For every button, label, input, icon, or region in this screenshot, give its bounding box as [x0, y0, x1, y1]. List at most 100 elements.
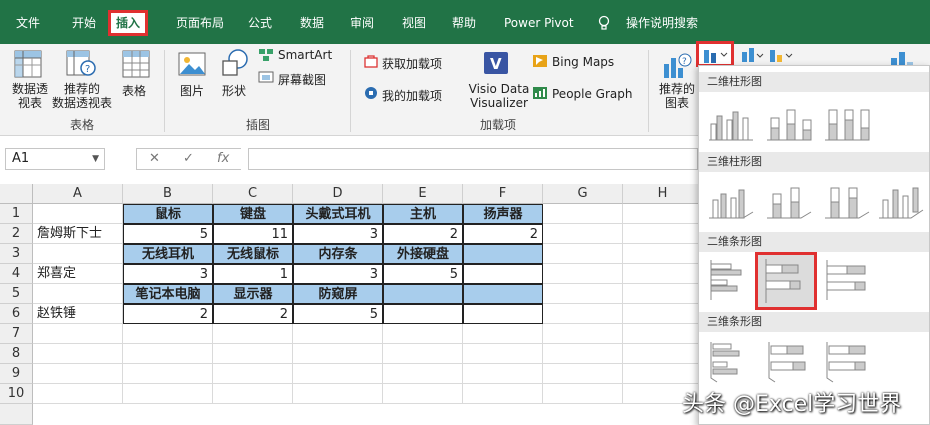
item-name-cell[interactable] [463, 284, 543, 304]
recommended-charts-button[interactable]: 推荐的 图表 [656, 82, 698, 110]
row-label-cell[interactable]: 詹姆斯下士 [33, 224, 123, 244]
recommended-pivot-button[interactable]: 推荐的 数据透视表 [50, 82, 114, 110]
empty-cell[interactable] [293, 384, 383, 404]
empty-cell[interactable] [213, 344, 293, 364]
empty-cell[interactable] [463, 344, 543, 364]
enter-icon[interactable]: ✓ [183, 151, 194, 166]
quantity-cell[interactable]: 3 [123, 264, 213, 284]
row-header[interactable]: 10 [0, 384, 33, 404]
tell-me-search[interactable]: 操作说明搜索 [622, 12, 702, 34]
tab-home[interactable]: 开始 [68, 12, 100, 34]
3d-percent-bar-option[interactable] [819, 334, 875, 386]
empty-cell[interactable] [623, 264, 703, 284]
empty-cell[interactable] [213, 324, 293, 344]
row-header[interactable]: 2 [0, 224, 33, 244]
3d-percent-column-option[interactable] [819, 174, 875, 226]
fx-icon[interactable]: fx [217, 151, 229, 166]
empty-cell[interactable] [383, 344, 463, 364]
empty-cell[interactable] [623, 284, 703, 304]
quantity-cell[interactable]: 3 [293, 264, 383, 284]
empty-cell[interactable] [33, 364, 123, 384]
visio-data-visualizer-button[interactable]: Visio Data Visualizer [468, 82, 530, 110]
row-label-cell[interactable] [33, 244, 123, 264]
row-header[interactable]: 9 [0, 364, 33, 384]
3d-column-option[interactable] [875, 174, 930, 226]
quantity-cell[interactable]: 2 [123, 304, 213, 324]
quantity-cell[interactable]: 2 [383, 224, 463, 244]
empty-cell[interactable] [463, 364, 543, 384]
column-header[interactable]: H [623, 184, 703, 204]
column-header[interactable]: C [213, 184, 293, 204]
empty-cell[interactable] [543, 264, 623, 284]
row-label-cell[interactable]: 赵铁锤 [33, 304, 123, 324]
item-name-cell[interactable]: 主机 [383, 204, 463, 224]
percent-column-option[interactable] [819, 94, 875, 146]
item-name-cell[interactable]: 键盘 [213, 204, 293, 224]
quantity-cell[interactable]: 3 [293, 224, 383, 244]
quantity-cell[interactable]: 1 [213, 264, 293, 284]
empty-cell[interactable] [123, 364, 213, 384]
quantity-cell[interactable]: 5 [123, 224, 213, 244]
empty-cell[interactable] [623, 204, 703, 224]
item-name-cell[interactable]: 扬声器 [463, 204, 543, 224]
smartart-button[interactable]: SmartArt [278, 48, 332, 62]
shapes-button[interactable]: 形状 [222, 82, 246, 99]
empty-cell[interactable] [543, 224, 623, 244]
tab-page-layout[interactable]: 页面布局 [172, 12, 228, 34]
row-header[interactable]: 4 [0, 264, 33, 284]
empty-cell[interactable] [33, 324, 123, 344]
tab-help[interactable]: 帮助 [448, 12, 480, 34]
item-name-cell[interactable]: 内存条 [293, 244, 383, 264]
quantity-cell[interactable] [463, 304, 543, 324]
item-name-cell[interactable]: 无线耳机 [123, 244, 213, 264]
empty-cell[interactable] [383, 384, 463, 404]
clustered-bar-option[interactable] [703, 254, 759, 306]
cancel-icon[interactable]: ✕ [149, 151, 160, 166]
empty-cell[interactable] [293, 344, 383, 364]
empty-cell[interactable] [293, 364, 383, 384]
select-all-corner[interactable] [0, 184, 33, 204]
empty-cell[interactable] [543, 324, 623, 344]
tab-insert[interactable]: 插入 [108, 10, 149, 36]
quantity-cell[interactable]: 11 [213, 224, 293, 244]
empty-cell[interactable] [33, 384, 123, 404]
item-name-cell[interactable]: 笔记本电脑 [123, 284, 213, 304]
empty-cell[interactable] [33, 344, 123, 364]
empty-cell[interactable] [623, 304, 703, 324]
empty-cell[interactable] [623, 364, 703, 384]
stacked-bar-option[interactable] [755, 252, 817, 310]
empty-cell[interactable] [623, 324, 703, 344]
item-name-cell[interactable]: 头戴式耳机 [293, 204, 383, 224]
row-header[interactable]: 6 [0, 304, 33, 324]
column-header[interactable]: G [543, 184, 623, 204]
quantity-cell[interactable] [383, 304, 463, 324]
empty-cell[interactable] [543, 304, 623, 324]
tab-file[interactable]: 文件 [12, 12, 44, 34]
empty-cell[interactable] [383, 364, 463, 384]
row-label-cell[interactable] [33, 284, 123, 304]
tab-view[interactable]: 视图 [398, 12, 430, 34]
row-header[interactable]: 1 [0, 204, 33, 224]
table-button[interactable]: 表格 [122, 82, 146, 99]
3d-clustered-column-option[interactable] [703, 174, 759, 226]
people-graph-button[interactable]: People Graph [552, 87, 633, 101]
empty-cell[interactable] [543, 344, 623, 364]
screenshot-button[interactable]: 屏幕截图 [278, 71, 326, 88]
tab-review[interactable]: 审阅 [346, 12, 378, 34]
row-label-cell[interactable]: 郑喜定 [33, 264, 123, 284]
column-header[interactable]: A [33, 184, 123, 204]
empty-cell[interactable] [213, 364, 293, 384]
stacked-column-option[interactable] [761, 94, 817, 146]
tab-data[interactable]: 数据 [296, 12, 328, 34]
empty-cell[interactable] [213, 384, 293, 404]
column-header[interactable]: B [123, 184, 213, 204]
quantity-cell[interactable]: 5 [293, 304, 383, 324]
row-header[interactable]: 7 [0, 324, 33, 344]
chevron-down-icon[interactable]: ▼ [92, 149, 99, 169]
clustered-column-option[interactable] [703, 94, 759, 146]
empty-cell[interactable] [293, 324, 383, 344]
empty-cell[interactable] [543, 244, 623, 264]
quantity-cell[interactable]: 5 [383, 264, 463, 284]
column-header[interactable]: F [463, 184, 543, 204]
tab-power-pivot[interactable]: Power Pivot [500, 12, 578, 34]
